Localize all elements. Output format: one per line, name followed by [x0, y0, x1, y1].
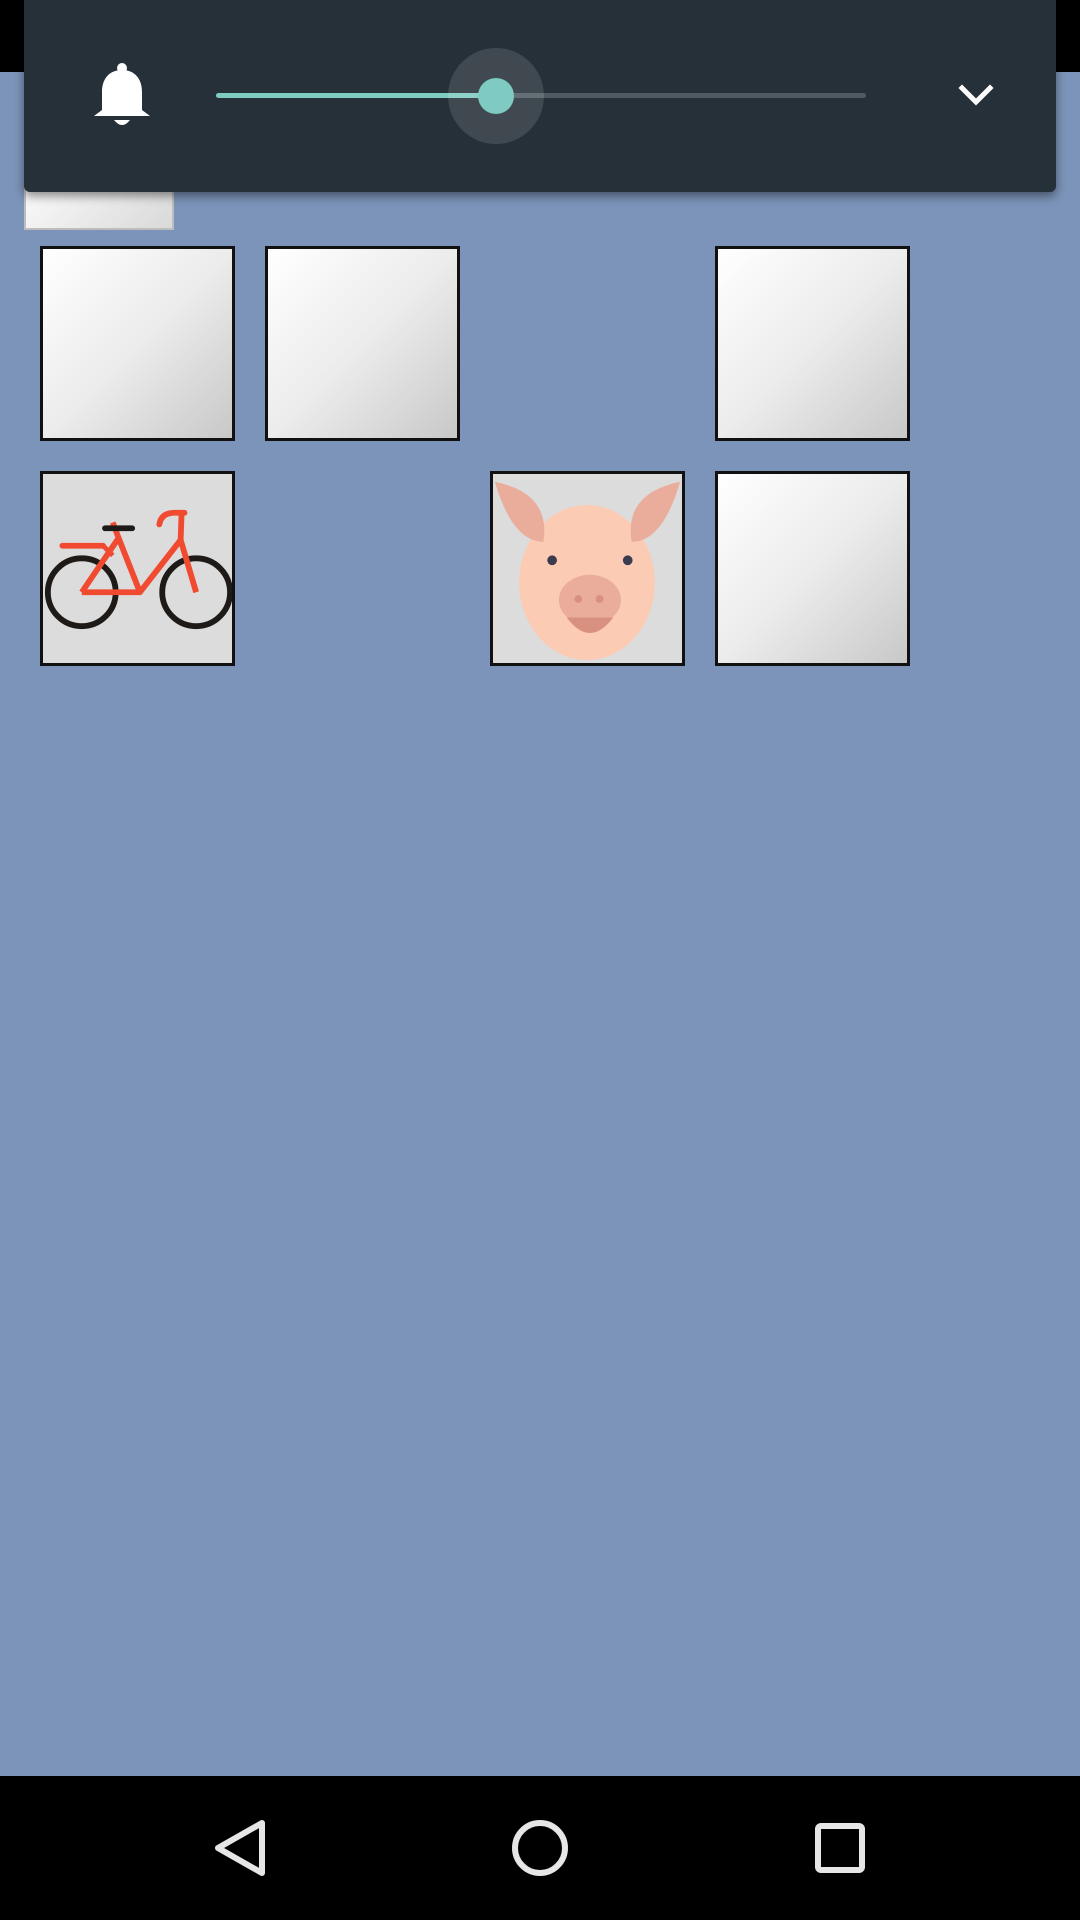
- navigation-bar: [0, 1776, 1080, 1920]
- volume-panel: [24, 0, 1056, 192]
- chevron-down-icon[interactable]: [950, 70, 1002, 122]
- card-tile-r1c2[interactable]: [265, 246, 460, 441]
- card-tile-r1c1[interactable]: [40, 246, 235, 441]
- slider-thumb[interactable]: [477, 78, 514, 114]
- bicycle-icon: [44, 509, 232, 630]
- card-tile-r1c4[interactable]: [715, 246, 910, 441]
- bell-icon[interactable]: [90, 62, 154, 128]
- home-circle-icon[interactable]: [490, 1798, 590, 1898]
- pig-icon: [494, 481, 681, 661]
- volume-slider[interactable]: [216, 48, 866, 144]
- card-tile-r2c1[interactable]: [40, 471, 235, 666]
- card-tile-r2c4[interactable]: [715, 471, 910, 666]
- card-tile-r2c3[interactable]: [490, 471, 685, 666]
- recents-square-icon[interactable]: [790, 1798, 890, 1898]
- back-triangle-icon[interactable]: [190, 1798, 290, 1898]
